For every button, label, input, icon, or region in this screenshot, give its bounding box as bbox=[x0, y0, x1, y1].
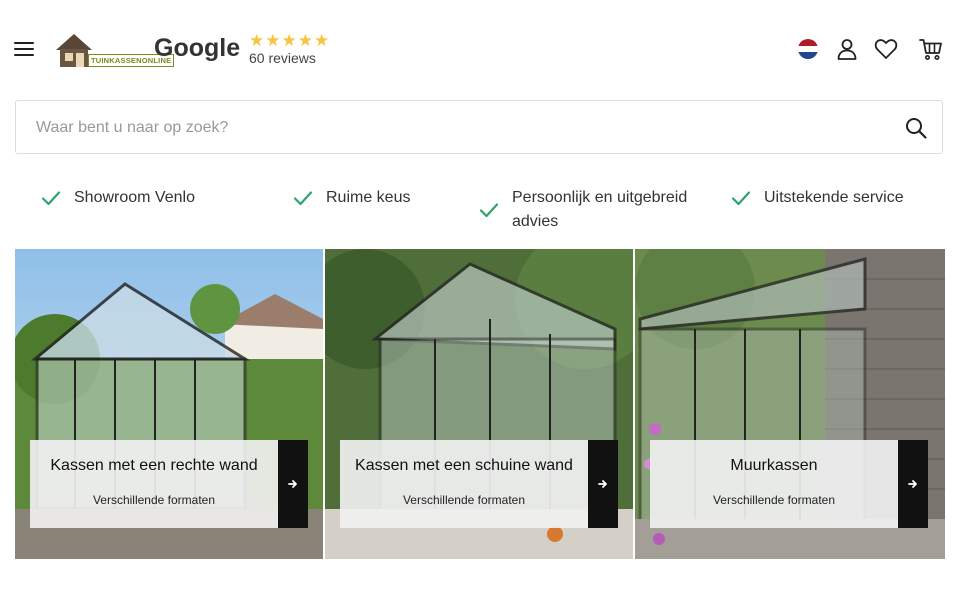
category-subtitle: Verschillende formaten bbox=[402, 493, 526, 507]
google-label: Google bbox=[154, 34, 241, 62]
arrow-right-icon bbox=[598, 480, 607, 488]
search-bar bbox=[15, 100, 943, 154]
arrow-right-icon bbox=[908, 480, 917, 488]
category-arrow-button[interactable] bbox=[898, 440, 928, 528]
category-overlay: Kassen met een schuine wand Verschillend… bbox=[340, 440, 588, 528]
check-icon bbox=[731, 191, 751, 206]
usp-label: Showroom Venlo bbox=[74, 189, 195, 206]
category-overlay: Muurkassen Verschillende formaten bbox=[650, 440, 898, 528]
category-card[interactable]: Muurkassen Verschillende formaten bbox=[635, 249, 945, 559]
category-cards: Kassen met een rechte wand Verschillende… bbox=[15, 249, 945, 559]
check-icon bbox=[41, 191, 61, 206]
check-icon bbox=[293, 191, 313, 206]
account-icon[interactable] bbox=[835, 37, 859, 61]
category-overlay: Kassen met een rechte wand Verschillende… bbox=[30, 440, 278, 528]
flag-nl-icon[interactable] bbox=[798, 39, 818, 59]
usp-label: Persoonlijk en uitgebreid advies bbox=[512, 189, 688, 230]
category-subtitle: Verschillende formaten bbox=[712, 493, 836, 507]
category-card[interactable]: Kassen met een rechte wand Verschillende… bbox=[15, 249, 323, 559]
search-icon[interactable] bbox=[904, 116, 928, 140]
category-title: Kassen met een rechte wand bbox=[50, 457, 258, 474]
menu-icon[interactable] bbox=[14, 40, 34, 58]
usp-item: Uitstekende service bbox=[730, 186, 904, 210]
category-arrow-button[interactable] bbox=[588, 440, 618, 528]
usp-item: Showroom Venlo bbox=[40, 186, 195, 210]
category-title: Kassen met een schuine wand bbox=[355, 457, 573, 474]
usp-item: Persoonlijk en uitgebreid advies bbox=[478, 186, 712, 234]
rating-stars: ★★★★★ bbox=[249, 31, 331, 50]
category-arrow-button[interactable] bbox=[278, 440, 308, 528]
category-card[interactable]: Kassen met een schuine wand Verschillend… bbox=[325, 249, 633, 559]
cart-icon[interactable] bbox=[919, 37, 943, 61]
category-title: Muurkassen bbox=[730, 457, 818, 474]
wishlist-heart-icon[interactable] bbox=[874, 37, 898, 61]
arrow-right-icon bbox=[288, 480, 297, 488]
check-icon bbox=[479, 203, 499, 218]
usp-item: Ruime keus bbox=[292, 186, 410, 210]
site-logo[interactable]: TUINKASSENONLINE bbox=[54, 30, 175, 72]
category-subtitle: Verschillende formaten bbox=[92, 493, 216, 507]
site-header: TUINKASSENONLINE Google ★★★★★ 60 reviews bbox=[0, 0, 960, 100]
reviews-count[interactable]: 60 reviews bbox=[249, 50, 316, 66]
search-input[interactable] bbox=[34, 115, 858, 141]
usp-label: Ruime keus bbox=[326, 189, 411, 206]
usp-label: Uitstekende service bbox=[764, 189, 904, 206]
